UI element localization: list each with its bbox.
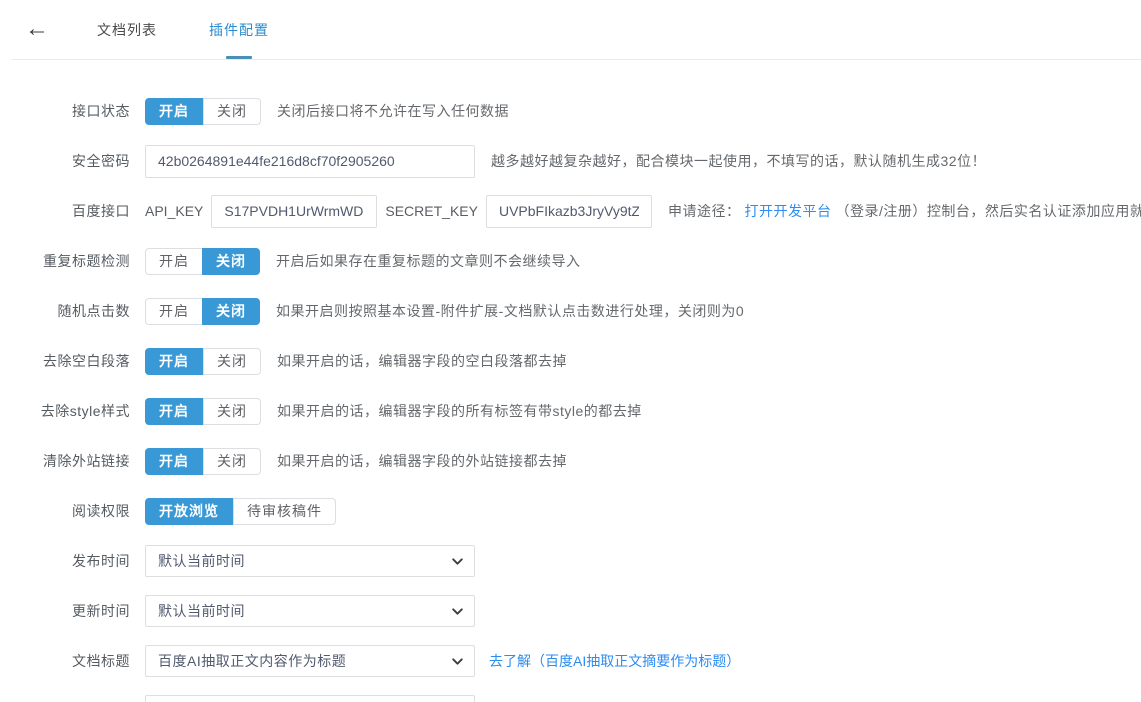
remove-blank-paragraphs-off-button[interactable]: 关闭 (203, 348, 261, 375)
remove-blank-paragraphs-label: 去除空白段落 (0, 351, 130, 371)
form-row-partial-next (0, 694, 1141, 702)
remove-style-off-button[interactable]: 关闭 (203, 398, 261, 425)
form-row-remove-external-links: 清除外站链接 开启 关闭 如果开启的话，编辑器字段的外站链接都去掉 (0, 444, 1141, 478)
remove-external-links-toggle: 开启 关闭 (145, 448, 261, 475)
remove-blank-paragraphs-hint: 如果开启的话，编辑器字段的空白段落都去掉 (277, 351, 567, 371)
secret-key-label: SECRET_KEY (385, 203, 478, 219)
chevron-down-icon (451, 655, 464, 668)
doc-title-select[interactable]: 百度AI抽取正文内容作为标题 (145, 645, 475, 677)
interface-status-on-button[interactable]: 开启 (145, 98, 203, 125)
active-tab-underline (226, 56, 252, 59)
header-tab-bar: ← 文档列表 插件配置 (12, 0, 1141, 60)
random-clicks-toggle: 开启 关闭 (145, 298, 260, 325)
doc-title-label: 文档标题 (0, 651, 130, 671)
update-time-select[interactable]: 默认当前时间 (145, 595, 475, 627)
duplicate-title-hint: 开启后如果存在重复标题的文章则不会继续导入 (276, 251, 581, 271)
random-clicks-off-button[interactable]: 关闭 (202, 298, 260, 325)
baidu-api-hint-prefix: 申请途径： (668, 203, 741, 219)
tab-plugin-config[interactable]: 插件配置 (209, 0, 269, 59)
form-row-update-time: 更新时间 默认当前时间 (0, 594, 1141, 628)
security-password-input[interactable] (145, 145, 475, 178)
api-key-label: API_KEY (145, 203, 203, 219)
baidu-api-hint: 申请途径：打开开发平台（登录/注册）控制台，然后实名认证添加应用就看到了 (668, 201, 1141, 221)
duplicate-title-off-button[interactable]: 关闭 (202, 248, 260, 275)
interface-status-hint: 关闭后接口将不允许在写入任何数据 (277, 101, 509, 121)
random-clicks-label: 随机点击数 (0, 301, 130, 321)
form-row-remove-style: 去除style样式 开启 关闭 如果开启的话，编辑器字段的所有标签有带style… (0, 394, 1141, 428)
read-permission-label: 阅读权限 (0, 501, 130, 521)
update-time-select-value: 默认当前时间 (158, 601, 245, 621)
remove-style-hint: 如果开启的话，编辑器字段的所有标签有带style的都去掉 (277, 401, 642, 421)
form-row-random-clicks: 随机点击数 开启 关闭 如果开启则按照基本设置-附件扩展-文档默认点击数进行处理… (0, 294, 1141, 328)
remove-blank-paragraphs-on-button[interactable]: 开启 (145, 348, 203, 375)
security-password-hint: 越多越好越复杂越好，配合模块一起使用，不填写的话，默认随机生成32位！ (491, 151, 986, 171)
api-key-input[interactable] (211, 195, 377, 228)
form-row-remove-blank-paragraphs: 去除空白段落 开启 关闭 如果开启的话，编辑器字段的空白段落都去掉 (0, 344, 1141, 378)
form-row-baidu-api: 百度接口 API_KEY SECRET_KEY 申请途径：打开开发平台（登录/注… (0, 194, 1141, 228)
back-arrow-icon[interactable]: ← (25, 17, 49, 41)
form-row-doc-title: 文档标题 百度AI抽取正文内容作为标题 去了解（百度AI抽取正文摘要作为标题） (0, 644, 1141, 678)
remove-style-on-button[interactable]: 开启 (145, 398, 203, 425)
remove-external-links-off-button[interactable]: 关闭 (203, 448, 261, 475)
duplicate-title-label: 重复标题检测 (0, 251, 130, 271)
publish-time-select[interactable]: 默认当前时间 (145, 545, 475, 577)
duplicate-title-toggle: 开启 关闭 (145, 248, 260, 275)
remove-external-links-label: 清除外站链接 (0, 451, 130, 471)
doc-title-select-value: 百度AI抽取正文内容作为标题 (158, 651, 346, 671)
read-permission-open-button[interactable]: 开放浏览 (145, 498, 233, 525)
remove-external-links-on-button[interactable]: 开启 (145, 448, 203, 475)
chevron-down-icon (451, 605, 464, 618)
tab-doc-list[interactable]: 文档列表 (97, 0, 157, 59)
interface-status-label: 接口状态 (0, 101, 130, 121)
random-clicks-hint: 如果开启则按照基本设置-附件扩展-文档默认点击数进行处理，关闭则为0 (276, 301, 744, 321)
remove-style-toggle: 开启 关闭 (145, 398, 261, 425)
form-row-security-password: 安全密码 越多越好越复杂越好，配合模块一起使用，不填写的话，默认随机生成32位！ (0, 144, 1141, 178)
doc-title-learn-more-link[interactable]: 去了解（百度AI抽取正文摘要作为标题） (489, 651, 740, 671)
plugin-config-form: 接口状态 开启 关闭 关闭后接口将不允许在写入任何数据 安全密码 越多越好越复杂… (0, 60, 1141, 702)
remove-style-label: 去除style样式 (0, 401, 130, 421)
security-password-label: 安全密码 (0, 151, 130, 171)
secret-key-input[interactable] (486, 195, 652, 228)
tab-doc-list-label: 文档列表 (97, 20, 157, 40)
tab-plugin-config-label: 插件配置 (209, 20, 269, 40)
read-permission-pending-button[interactable]: 待审核稿件 (233, 498, 336, 525)
chevron-down-icon (451, 555, 464, 568)
form-row-publish-time: 发布时间 默认当前时间 (0, 544, 1141, 578)
publish-time-select-value: 默认当前时间 (158, 551, 245, 571)
baidu-api-label: 百度接口 (0, 201, 130, 221)
form-row-interface-status: 接口状态 开启 关闭 关闭后接口将不允许在写入任何数据 (0, 94, 1141, 128)
form-row-duplicate-title: 重复标题检测 开启 关闭 开启后如果存在重复标题的文章则不会继续导入 (0, 244, 1141, 278)
open-dev-platform-link[interactable]: 打开开发平台 (744, 203, 831, 219)
partial-next-input[interactable] (145, 695, 475, 702)
interface-status-toggle: 开启 关闭 (145, 98, 261, 125)
duplicate-title-on-button[interactable]: 开启 (145, 248, 202, 275)
form-row-read-permission: 阅读权限 开放浏览 待审核稿件 (0, 494, 1141, 528)
random-clicks-on-button[interactable]: 开启 (145, 298, 202, 325)
baidu-api-hint-suffix: （登录/注册）控制台，然后实名认证添加应用就看到了 (835, 203, 1141, 219)
read-permission-toggle: 开放浏览 待审核稿件 (145, 498, 336, 525)
update-time-label: 更新时间 (0, 601, 130, 621)
publish-time-label: 发布时间 (0, 551, 130, 571)
remove-external-links-hint: 如果开启的话，编辑器字段的外站链接都去掉 (277, 451, 567, 471)
remove-blank-paragraphs-toggle: 开启 关闭 (145, 348, 261, 375)
interface-status-off-button[interactable]: 关闭 (203, 98, 261, 125)
